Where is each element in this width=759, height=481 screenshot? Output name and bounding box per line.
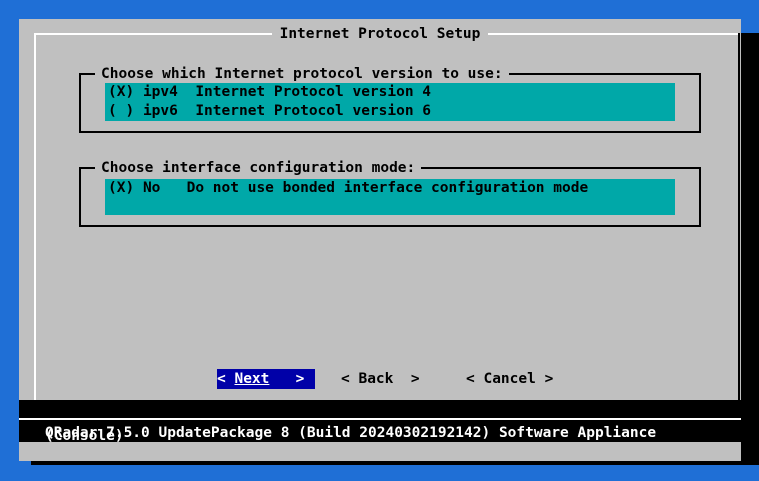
option-no-bonding[interactable]: (X) No Do not use bonded interface confi…	[105, 179, 675, 198]
setup-dialog: Internet Protocol Setup Choose which Int…	[19, 19, 741, 461]
next-left-bracket: <	[217, 371, 226, 387]
option-no-bonding-marker: (X)	[108, 180, 135, 196]
option-ipv4-key: ipv4	[142, 84, 178, 100]
product-build-info: QRadar 7.5.0 UpdatePackage 8 (Build 2024…	[45, 425, 657, 441]
footer-line1: QRadar 7.5.0 UpdatePackage 8 (Build 2024…	[19, 409, 741, 457]
option-ipv4[interactable]: (X) ipv4 Internet Protocol version 4	[105, 83, 675, 102]
option-ipv4-marker: (X)	[108, 84, 135, 100]
back-button[interactable]: < Back >	[341, 369, 420, 389]
protocol-group-legend: Choose which Internet protocol version t…	[95, 65, 509, 83]
option-no-bonding-label: Do not use bonded interface configuratio…	[186, 180, 589, 196]
interface-mode-group: Choose interface configuration mode: (X)…	[79, 159, 701, 227]
option-ipv6-marker: ( )	[108, 103, 135, 119]
option-ipv4-label: Internet Protocol version 4	[195, 84, 432, 100]
frame-right	[738, 33, 740, 411]
cancel-button[interactable]: < Cancel >	[466, 369, 553, 389]
protocol-group: Choose which Internet protocol version t…	[79, 65, 701, 133]
next-button[interactable]: < Next >	[217, 369, 315, 389]
option-ipv6[interactable]: ( ) ipv6 Internet Protocol version 6	[105, 102, 675, 121]
frame-left	[34, 33, 36, 411]
footer-line2: (Console)	[45, 428, 124, 444]
button-row: < Next > < Back > < Cancel >	[19, 369, 741, 389]
status-footer: QRadar 7.5.0 UpdatePackage 8 (Build 2024…	[19, 400, 741, 444]
option-list-fill	[105, 198, 675, 215]
option-ipv6-key: ipv6	[142, 103, 178, 119]
next-right-bracket: >	[295, 371, 305, 387]
dialog-title: Internet Protocol Setup	[19, 26, 741, 42]
option-ipv6-label: Internet Protocol version 6	[195, 103, 432, 119]
next-label: Next	[234, 371, 270, 387]
option-no-bonding-key: No	[142, 180, 161, 196]
dialog-title-text: Internet Protocol Setup	[271, 26, 489, 42]
interface-mode-group-legend: Choose interface configuration mode:	[95, 159, 422, 177]
